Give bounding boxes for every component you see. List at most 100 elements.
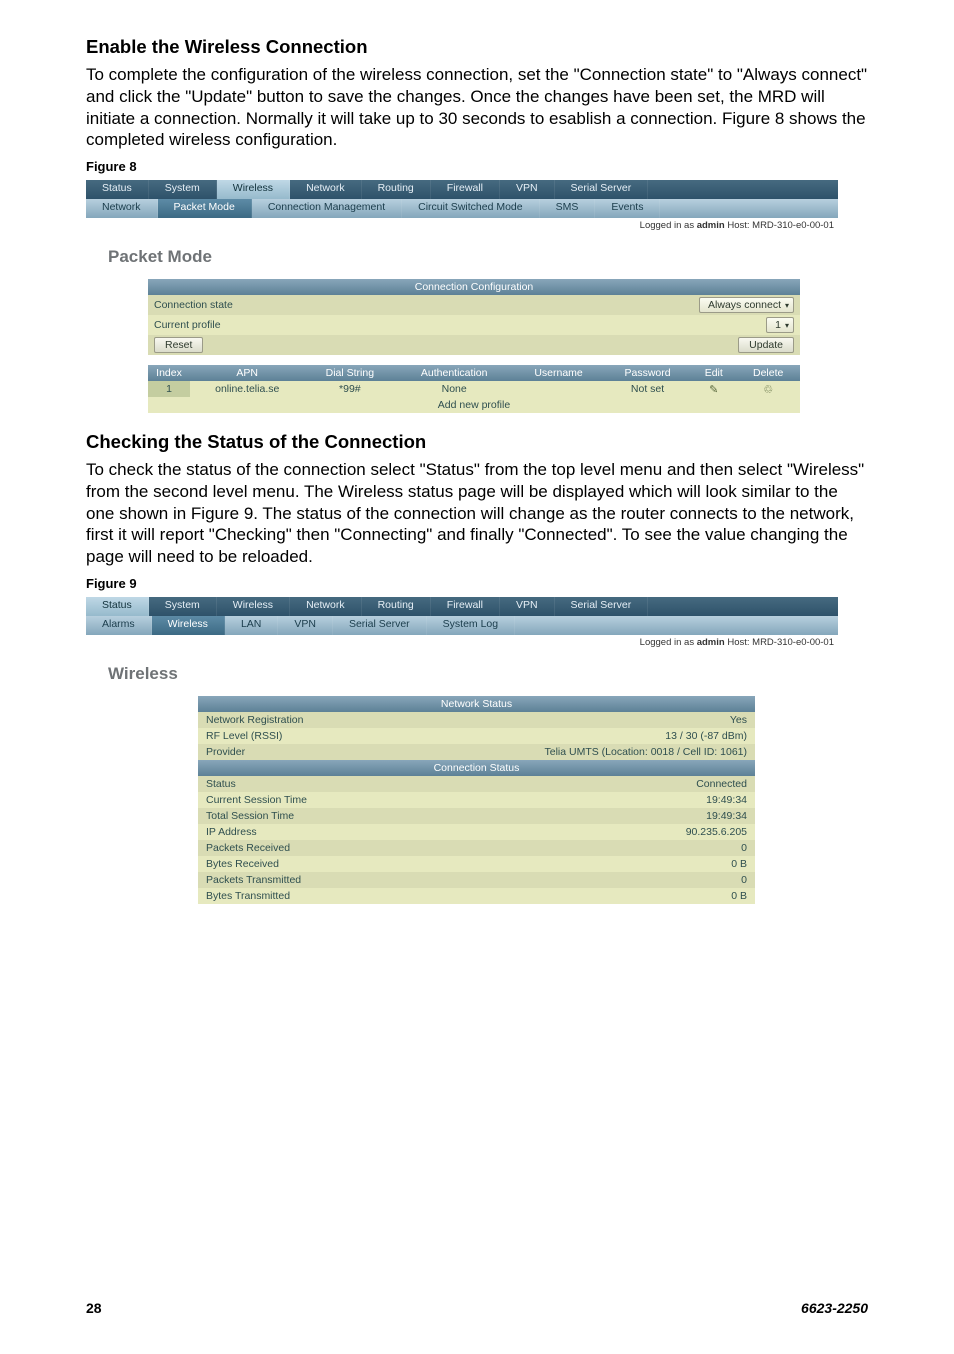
tot-sess-label: Total Session Time — [198, 808, 392, 824]
subnav-alarms[interactable]: Alarms — [86, 616, 152, 635]
connection-status-header: Connection Status — [198, 760, 755, 776]
cell-apn: online.telia.se — [190, 381, 304, 397]
nav-secondary: Alarms Wireless LAN VPN Serial Server Sy… — [86, 616, 838, 635]
nav-serialserver[interactable]: Serial Server — [555, 597, 649, 616]
page-title: Wireless — [86, 650, 838, 696]
nav-secondary: Network Packet Mode Connection Managemen… — [86, 199, 838, 218]
conn-state-dropdown[interactable]: Always connect▾ — [699, 297, 794, 313]
col-edit: Edit — [691, 365, 736, 381]
chevron-down-icon: ▾ — [781, 321, 789, 330]
btx-label: Bytes Transmitted — [198, 888, 392, 904]
tot-sess-value: 19:49:34 — [392, 808, 755, 824]
chevron-down-icon: ▾ — [781, 301, 789, 310]
nav-vpn[interactable]: VPN — [500, 597, 555, 616]
rf-value: 13 / 30 (-87 dBm) — [392, 728, 755, 744]
nav-routing[interactable]: Routing — [362, 597, 431, 616]
nav-firewall[interactable]: Firewall — [431, 597, 500, 616]
connection-config-header: Connection Configuration — [148, 279, 800, 295]
nav-status[interactable]: Status — [86, 180, 149, 199]
page-number: 28 — [86, 1300, 102, 1316]
subnav-sms[interactable]: SMS — [540, 199, 596, 218]
col-apn: APN — [190, 365, 304, 381]
cell-dial: *99# — [304, 381, 395, 397]
nav-primary: Status System Wireless Network Routing F… — [86, 180, 838, 199]
subnav-systemlog[interactable]: System Log — [427, 616, 515, 635]
profile-grid: Index APN Dial String Authentication Use… — [148, 365, 800, 413]
reset-button[interactable]: Reset — [154, 337, 203, 353]
nav-system[interactable]: System — [149, 597, 217, 616]
section-para-2: To check the status of the connection se… — [86, 459, 868, 568]
login-status: Logged in as admin Host: MRD-310-e0-00-0… — [86, 218, 838, 233]
net-reg-value: Yes — [392, 712, 755, 728]
login-suffix: Host: MRD-310-e0-00-01 — [725, 637, 834, 648]
status-label: Status — [198, 776, 392, 792]
cur-sess-label: Current Session Time — [198, 792, 392, 808]
provider-value: Telia UMTS (Location: 0018 / Cell ID: 10… — [392, 744, 755, 760]
cell-user — [513, 381, 604, 397]
prx-value: 0 — [392, 840, 755, 856]
rf-label: RF Level (RSSI) — [198, 728, 392, 744]
figure-8-screenshot: Status System Wireless Network Routing F… — [86, 180, 838, 413]
current-profile-dropdown[interactable]: 1▾ — [766, 317, 794, 333]
subnav-network[interactable]: Network — [86, 199, 158, 218]
network-status-header: Network Status — [198, 696, 755, 712]
trash-icon — [762, 383, 774, 395]
subnav-vpn[interactable]: VPN — [278, 616, 333, 635]
connection-config-panel: Connection Configuration Connection stat… — [148, 279, 800, 355]
col-dial: Dial String — [304, 365, 395, 381]
nav-routing[interactable]: Routing — [362, 180, 431, 199]
login-prefix: Logged in as — [640, 637, 697, 648]
doc-number: 6623-2250 — [801, 1300, 868, 1316]
subnav-wireless[interactable]: Wireless — [152, 616, 225, 635]
nav-firewall[interactable]: Firewall — [431, 180, 500, 199]
ip-label: IP Address — [198, 824, 392, 840]
ip-value: 90.235.6.205 — [392, 824, 755, 840]
section-para-1: To complete the configuration of the wir… — [86, 64, 868, 151]
cell-index: 1 — [148, 381, 190, 397]
table-row: 1 online.telia.se *99# None Not set — [148, 381, 800, 397]
cell-delete[interactable] — [736, 381, 800, 397]
col-pass: Password — [604, 365, 691, 381]
add-profile-button[interactable]: Add new profile — [438, 399, 510, 411]
login-status: Logged in as admin Host: MRD-310-e0-00-0… — [86, 635, 838, 650]
update-button[interactable]: Update — [738, 337, 794, 353]
cell-pass: Not set — [604, 381, 691, 397]
status-value: Connected — [392, 776, 755, 792]
subnav-lan[interactable]: LAN — [225, 616, 278, 635]
figure-label-9: Figure 9 — [86, 576, 868, 591]
figure-label-8: Figure 8 — [86, 159, 868, 174]
brx-label: Bytes Received — [198, 856, 392, 872]
subnav-connmgmt[interactable]: Connection Management — [252, 199, 402, 218]
page-footer: 28 6623-2250 — [86, 1300, 868, 1316]
cell-edit[interactable] — [691, 381, 736, 397]
current-profile-label: Current profile — [148, 315, 474, 335]
nav-network[interactable]: Network — [290, 597, 362, 616]
nav-status[interactable]: Status — [86, 597, 149, 616]
login-suffix: Host: MRD-310-e0-00-01 — [725, 220, 834, 231]
nav-primary: Status System Wireless Network Routing F… — [86, 597, 838, 616]
net-reg-label: Network Registration — [198, 712, 392, 728]
cur-sess-value: 19:49:34 — [392, 792, 755, 808]
subnav-circuit[interactable]: Circuit Switched Mode — [402, 199, 539, 218]
nav-system[interactable]: System — [149, 180, 217, 199]
login-user: admin — [697, 637, 725, 648]
conn-state-value: Always connect — [708, 299, 781, 311]
wireless-status-panel: Network Status Network Registration Yes … — [198, 696, 755, 904]
col-user: Username — [513, 365, 604, 381]
conn-state-label: Connection state — [148, 295, 474, 315]
col-delete: Delete — [736, 365, 800, 381]
section-heading-2: Checking the Status of the Connection — [86, 431, 868, 453]
nav-network[interactable]: Network — [290, 180, 362, 199]
nav-vpn[interactable]: VPN — [500, 180, 555, 199]
nav-wireless[interactable]: Wireless — [217, 597, 290, 616]
subnav-events[interactable]: Events — [595, 199, 660, 218]
ptx-value: 0 — [392, 872, 755, 888]
pencil-icon — [708, 383, 720, 395]
subnav-serial[interactable]: Serial Server — [333, 616, 427, 635]
nav-wireless[interactable]: Wireless — [217, 180, 290, 199]
subnav-packetmode[interactable]: Packet Mode — [158, 199, 252, 218]
cell-auth: None — [395, 381, 513, 397]
login-user: admin — [697, 220, 725, 231]
nav-serialserver[interactable]: Serial Server — [555, 180, 649, 199]
login-prefix: Logged in as — [640, 220, 697, 231]
